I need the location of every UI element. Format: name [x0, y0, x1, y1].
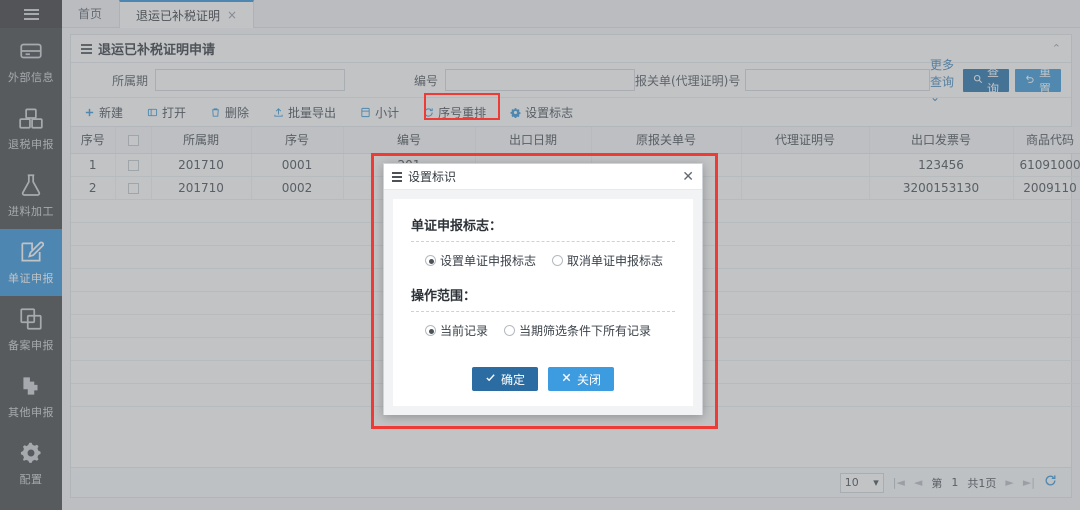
radio-set-declaration-flag[interactable]: 设置单证申报标志 — [425, 252, 536, 269]
check-icon — [485, 372, 496, 386]
radio-dot-icon — [504, 325, 516, 336]
dialog-header: 设置标识 ✕ — [384, 164, 702, 190]
radio-cancel-declaration-flag[interactable]: 取消单证申报标志 — [552, 252, 663, 269]
close-icon[interactable]: ✕ — [682, 170, 694, 184]
confirm-button-label: 确定 — [500, 372, 525, 387]
x-icon — [561, 372, 572, 386]
dialog-inner: 单证申报标志： 设置单证申报标志 取消单证申报标志 操作范围： 当前记录 当期筛… — [393, 199, 693, 406]
divider — [411, 241, 675, 242]
radio-group-operation-scope: 当前记录 当期筛选条件下所有记录 — [411, 322, 675, 339]
section-title-operation-scope: 操作范围： — [411, 289, 477, 304]
dialog-actions: 确定 关闭 — [411, 367, 675, 391]
radio-all-filtered-records[interactable]: 当期筛选条件下所有记录 — [504, 322, 651, 339]
close-button[interactable]: 关闭 — [548, 367, 615, 391]
dialog-body: 单证申报标志： 设置单证申报标志 取消单证申报标志 操作范围： 当前记录 当期筛… — [384, 190, 702, 415]
radio-group-declaration-flag: 设置单证申报标志 取消单证申报标志 — [411, 252, 675, 269]
hamburger-icon — [392, 171, 402, 182]
radio-label: 当期筛选条件下所有记录 — [519, 324, 652, 338]
confirm-button[interactable]: 确定 — [471, 367, 538, 391]
radio-label: 设置单证申报标志 — [440, 254, 537, 268]
divider — [411, 311, 675, 312]
set-flag-dialog: 设置标识 ✕ 单证申报标志： 设置单证申报标志 取消单证申报标志 操作范围： 当… — [383, 163, 703, 415]
radio-label: 取消单证申报标志 — [567, 254, 664, 268]
close-button-label: 关闭 — [577, 372, 602, 387]
radio-dot-icon — [425, 255, 436, 266]
application-window: 外部信息 退税申报 进料加工 单证申报 备案申报 其他申报 配置 首页 退运已补… — [0, 0, 1080, 510]
radio-dot-icon — [552, 255, 564, 266]
radio-current-record[interactable]: 当前记录 — [425, 322, 488, 339]
section-title-declaration-flag: 单证申报标志： — [411, 219, 503, 234]
radio-label: 当前记录 — [440, 324, 489, 338]
dialog-title: 设置标识 — [408, 170, 457, 184]
radio-dot-icon — [425, 325, 436, 336]
